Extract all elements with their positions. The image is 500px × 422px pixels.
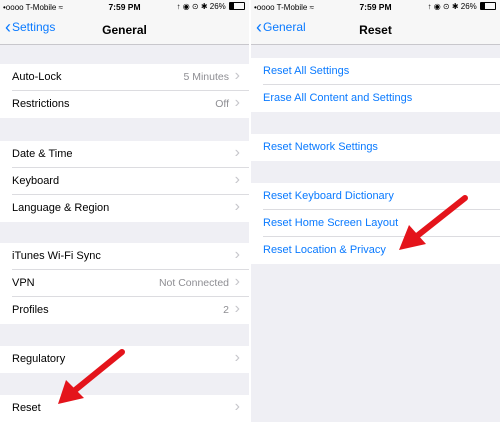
restrictions-row[interactable]: Restrictions Off › xyxy=(0,91,249,118)
page-title: Reset xyxy=(359,23,392,37)
page-title: General xyxy=(102,23,147,37)
status-icons: ↑ ◉ ⊙ ✱ 26% xyxy=(176,2,245,11)
navigation-bar: ‹Settings General xyxy=(0,14,249,45)
row-label: Reset Location & Privacy xyxy=(263,244,386,256)
battery-icon xyxy=(229,2,245,10)
reset-network-settings-button[interactable]: Reset Network Settings xyxy=(251,134,500,161)
chevron-right-icon: › xyxy=(234,198,240,215)
reset-screen: •oooo T-Mobile ≈ 7:59 PM ↑ ◉ ⊙ ✱ 26% ‹Ge… xyxy=(251,0,500,422)
navigation-bar: ‹General Reset xyxy=(251,14,500,45)
row-label: iTunes Wi-Fi Sync xyxy=(12,250,101,262)
profiles-row[interactable]: Profiles 2 › xyxy=(0,297,249,324)
battery-icon xyxy=(480,2,496,10)
vpn-row[interactable]: VPN Not Connected › xyxy=(0,270,249,297)
row-label: Reset Home Screen Layout xyxy=(263,217,399,229)
status-icons-text: ↑ ◉ ⊙ ✱ 26% xyxy=(427,2,477,11)
chevron-right-icon: › xyxy=(234,349,240,366)
regulatory-row[interactable]: Regulatory › xyxy=(0,346,249,373)
chevron-right-icon: › xyxy=(234,300,240,317)
keyboard-row[interactable]: Keyboard › xyxy=(0,168,249,195)
row-value: Not Connected xyxy=(158,277,229,289)
row-label: Reset xyxy=(12,402,41,414)
status-icons: ↑ ◉ ⊙ ✱ 26% xyxy=(427,2,496,11)
screenshot-stage: •oooo T-Mobile ≈ 7:59 PM ↑ ◉ ⊙ ✱ 26% ‹Se… xyxy=(0,0,500,422)
row-label: VPN xyxy=(12,277,35,289)
row-label: Regulatory xyxy=(12,353,66,365)
status-bar: •oooo T-Mobile ≈ 7:59 PM ↑ ◉ ⊙ ✱ 26% xyxy=(0,0,249,14)
row-value: 2 xyxy=(223,304,229,316)
chevron-right-icon: › xyxy=(234,398,240,415)
chevron-right-icon: › xyxy=(234,67,240,84)
row-label: Auto-Lock xyxy=(12,71,62,83)
reset-row[interactable]: Reset › xyxy=(0,395,249,422)
auto-lock-row[interactable]: Auto-Lock 5 Minutes › xyxy=(0,64,249,91)
date-time-row[interactable]: Date & Time › xyxy=(0,141,249,168)
chevron-right-icon: › xyxy=(234,171,240,188)
row-label: Language & Region xyxy=(12,202,110,214)
general-settings-screen: •oooo T-Mobile ≈ 7:59 PM ↑ ◉ ⊙ ✱ 26% ‹Se… xyxy=(0,0,249,422)
itunes-wifi-sync-row[interactable]: iTunes Wi-Fi Sync › xyxy=(0,243,249,270)
row-label: Keyboard xyxy=(12,175,60,187)
row-label: Reset Keyboard Dictionary xyxy=(263,190,394,202)
chevron-right-icon: › xyxy=(234,273,240,290)
reset-all-settings-button[interactable]: Reset All Settings xyxy=(251,58,500,85)
row-label: Date & Time xyxy=(12,148,73,160)
reset-keyboard-dictionary-button[interactable]: Reset Keyboard Dictionary xyxy=(251,183,500,210)
row-value: Off xyxy=(215,98,229,110)
reset-location-privacy-button[interactable]: Reset Location & Privacy xyxy=(251,237,500,264)
row-label: Erase All Content and Settings xyxy=(263,92,413,104)
status-bar: •oooo T-Mobile ≈ 7:59 PM ↑ ◉ ⊙ ✱ 26% xyxy=(251,0,500,14)
row-label: Restrictions xyxy=(12,98,70,110)
chevron-right-icon: › xyxy=(234,144,240,161)
chevron-right-icon: › xyxy=(234,246,240,263)
row-value: 5 Minutes xyxy=(183,71,229,83)
chevron-right-icon: › xyxy=(234,94,240,111)
reset-home-screen-layout-button[interactable]: Reset Home Screen Layout xyxy=(251,210,500,237)
status-icons-text: ↑ ◉ ⊙ ✱ 26% xyxy=(176,2,226,11)
row-label: Profiles xyxy=(12,304,49,316)
erase-all-content-button[interactable]: Erase All Content and Settings xyxy=(251,85,500,112)
row-label: Reset Network Settings xyxy=(263,141,378,153)
language-region-row[interactable]: Language & Region › xyxy=(0,195,249,222)
row-label: Reset All Settings xyxy=(263,65,350,77)
